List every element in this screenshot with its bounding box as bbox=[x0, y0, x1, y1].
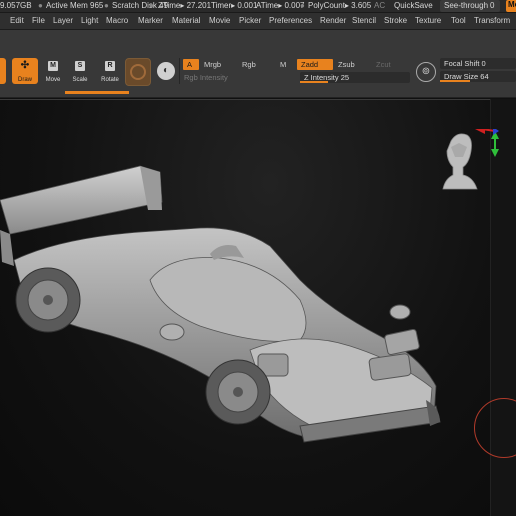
scale-label: Scale bbox=[72, 77, 88, 83]
bullet-2: ● bbox=[104, 1, 109, 10]
menu-item-picker[interactable]: Picker bbox=[239, 16, 261, 25]
menu-item-movie[interactable]: Movie bbox=[209, 16, 230, 25]
draw-size-track bbox=[440, 80, 471, 82]
rgb-intensity-slider[interactable]: Rgb Intensity bbox=[180, 72, 296, 83]
gizmo-button[interactable] bbox=[125, 58, 151, 86]
menu-item-stroke[interactable]: Stroke bbox=[384, 16, 407, 25]
menus-toggle-button[interactable]: Me bbox=[506, 0, 516, 12]
menu-item-macro[interactable]: Macro bbox=[106, 16, 128, 25]
see-through-label: See-through bbox=[444, 1, 489, 10]
status-bar: 9.057GB ● Active Mem 965 ● Scratch Disk … bbox=[0, 0, 516, 13]
menu-item-layer[interactable]: Layer bbox=[53, 16, 73, 25]
menu-item-stencil[interactable]: Stencil bbox=[352, 16, 376, 25]
rgb-button[interactable]: Rgb bbox=[238, 59, 274, 70]
bullet-3: ● bbox=[149, 1, 154, 10]
menu-item-marker[interactable]: Marker bbox=[138, 16, 163, 25]
rotate-label: Rotate bbox=[101, 77, 119, 83]
scale-icon: S bbox=[75, 61, 85, 71]
quicksave-button[interactable]: QuickSave bbox=[394, 1, 433, 10]
m-button[interactable]: M bbox=[276, 59, 294, 70]
menu-item-preferences[interactable]: Preferences bbox=[269, 16, 312, 25]
focal-shift-value: 0 bbox=[481, 59, 486, 68]
move-label: Move bbox=[45, 77, 61, 83]
ztime-readout: ZTime▸ 27.201 bbox=[158, 1, 212, 10]
menu-item-file[interactable]: File bbox=[32, 16, 45, 25]
timer-readout: Timer▸ 0.001 bbox=[211, 1, 258, 10]
menu-item-material[interactable]: Material bbox=[172, 16, 200, 25]
rgb-intensity-label: Rgb Intensity bbox=[184, 73, 228, 82]
menu-bar: Edit File Layer Light Macro Marker Mater… bbox=[0, 13, 516, 30]
rotate-icon: R bbox=[105, 61, 115, 71]
bullet-1: ● bbox=[38, 1, 43, 10]
polycount-readout: PolyCount▸ 3.605 bbox=[308, 1, 372, 10]
menu-item-texture[interactable]: Texture bbox=[415, 16, 441, 25]
z-intensity-slider[interactable]: Z Intensity 25 bbox=[300, 72, 410, 83]
z-intensity-value: 25 bbox=[340, 73, 350, 82]
move-button[interactable]: M Move bbox=[40, 58, 66, 84]
draw-icon: ✣ bbox=[20, 60, 30, 71]
active-mem-readout: Active Mem 965 bbox=[46, 1, 104, 10]
focal-icon[interactable]: ⊚ bbox=[416, 62, 436, 82]
menu-item-transform[interactable]: Transform bbox=[474, 16, 510, 25]
menu-item-edit[interactable]: Edit bbox=[10, 16, 24, 25]
a-button[interactable]: A bbox=[183, 59, 199, 70]
atime-readout: ATime▸ 0.007 bbox=[256, 1, 305, 10]
zcut-button[interactable]: Zcut bbox=[372, 59, 408, 70]
zadd-button[interactable]: Zadd bbox=[297, 59, 333, 70]
menu-item-light[interactable]: Light bbox=[81, 16, 98, 25]
see-through-slider[interactable]: See-through 0 bbox=[440, 0, 500, 12]
menu-item-tool[interactable]: Tool bbox=[451, 16, 466, 25]
scale-button[interactable]: S Scale bbox=[67, 58, 93, 84]
rotate-button[interactable]: R Rotate bbox=[97, 58, 123, 84]
move-icon: M bbox=[48, 61, 58, 71]
z-intensity-track bbox=[300, 81, 328, 83]
race-car-model[interactable] bbox=[0, 150, 450, 450]
focal-shift-label: Focal Shift bbox=[444, 59, 480, 68]
mem-readout: 9.057GB bbox=[0, 1, 32, 10]
see-through-value: 0 bbox=[490, 1, 495, 10]
draw-label: Draw bbox=[17, 77, 32, 83]
focal-shift-slider[interactable]: Focal Shift 0 bbox=[440, 58, 516, 69]
draw-button[interactable]: ✣ Draw bbox=[12, 58, 38, 84]
edit-button-partial[interactable] bbox=[0, 58, 6, 84]
mrgb-button[interactable]: Mrgb bbox=[200, 59, 236, 70]
top-shelf: ✣ Draw M Move S Scale R Rotate ◐ A Mrgb … bbox=[0, 30, 516, 98]
material-sphere-icon[interactable]: ◐ bbox=[157, 62, 175, 80]
active-tool-indicator bbox=[65, 91, 129, 94]
draw-size-value: 64 bbox=[480, 72, 489, 81]
bullet-4: ● bbox=[300, 1, 305, 10]
gizmo-ring-icon bbox=[130, 64, 146, 80]
draw-size-slider[interactable]: Draw Size 64 bbox=[440, 71, 516, 82]
zsub-button[interactable]: Zsub bbox=[334, 59, 370, 70]
ac-label: AC bbox=[374, 1, 386, 10]
menu-item-render[interactable]: Render bbox=[320, 16, 346, 25]
